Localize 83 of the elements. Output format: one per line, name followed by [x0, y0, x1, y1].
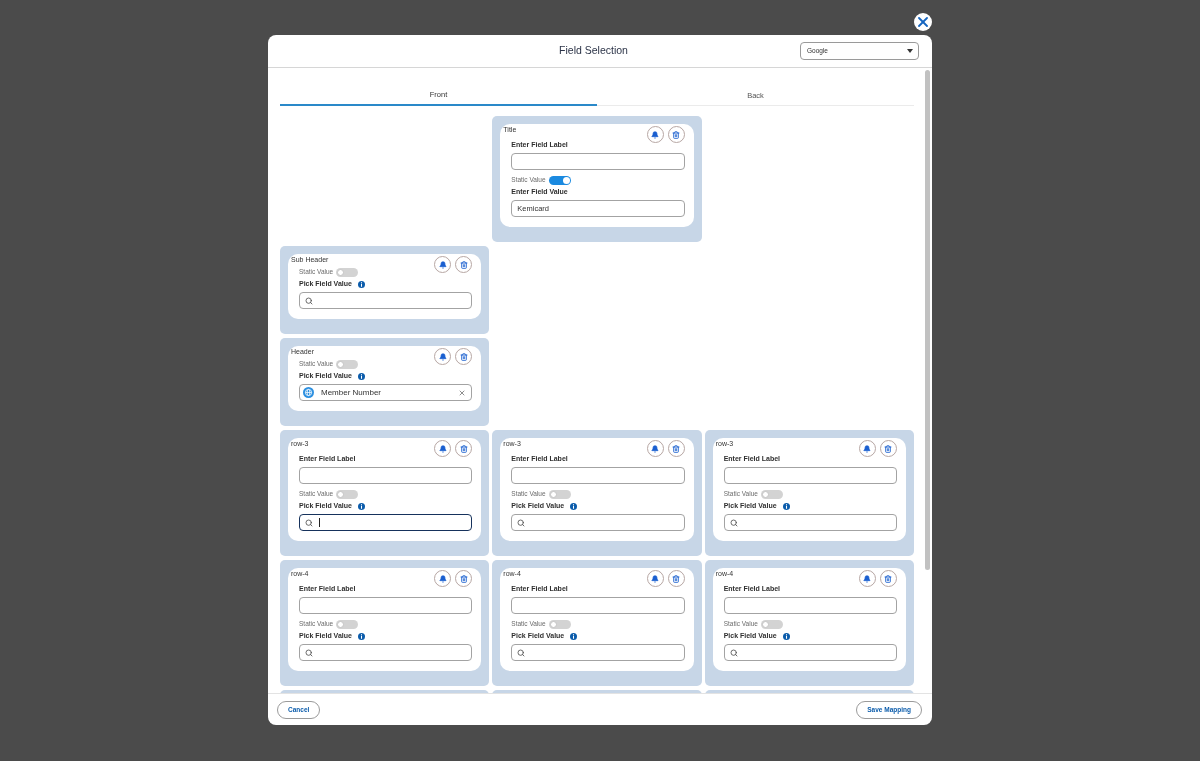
static-value-toggle[interactable]: [336, 267, 359, 277]
input-field[interactable]: [511, 467, 685, 484]
search-field[interactable]: [299, 292, 473, 309]
delete-button[interactable]: [455, 256, 473, 273]
delete-button[interactable]: [455, 440, 473, 457]
delete-button[interactable]: [880, 570, 897, 587]
info-icon: [357, 372, 365, 380]
info-icon: [570, 632, 578, 640]
trash-icon: [672, 444, 681, 453]
search-field[interactable]: [511, 514, 685, 531]
trash-icon: [459, 352, 468, 361]
scrollbar-thumb[interactable]: [925, 70, 930, 570]
search-field[interactable]: [723, 644, 897, 661]
trash-icon: [672, 130, 681, 139]
bell-button[interactable]: [646, 570, 664, 587]
delete-button[interactable]: [455, 570, 473, 587]
bell-button[interactable]: [646, 126, 664, 143]
search-field[interactable]: [723, 514, 897, 531]
input-field[interactable]: [723, 597, 897, 614]
input-field[interactable]: [299, 597, 473, 614]
close-icon: [918, 17, 928, 27]
delete-button[interactable]: [667, 570, 685, 587]
bell-button[interactable]: [859, 440, 876, 457]
trash-icon: [884, 574, 893, 583]
close-button[interactable]: [914, 13, 932, 31]
info-icon: [782, 502, 790, 510]
lookup-field[interactable]: Member Number: [299, 384, 473, 401]
input-field[interactable]: [511, 153, 685, 170]
bell-icon: [438, 260, 447, 269]
bell-button[interactable]: [434, 570, 452, 587]
text-cursor-icon: [319, 518, 320, 527]
info-icon: [570, 502, 578, 510]
delete-button[interactable]: [455, 348, 473, 365]
info-icon: [357, 632, 365, 640]
bell-icon: [438, 444, 447, 453]
search-icon: [729, 648, 738, 657]
static-value-toggle[interactable]: [548, 175, 571, 185]
bell-button[interactable]: [859, 570, 876, 587]
bell-icon: [438, 352, 447, 361]
search-icon: [305, 518, 313, 527]
clear-icon[interactable]: [458, 388, 467, 397]
search-field[interactable]: [511, 644, 685, 661]
bell-icon: [863, 574, 872, 583]
input-field[interactable]: [299, 467, 473, 484]
globe-icon: [303, 387, 314, 398]
input-field[interactable]: [723, 467, 897, 484]
static-value-toggle[interactable]: [336, 489, 359, 499]
static-value-toggle[interactable]: [336, 359, 359, 369]
delete-button[interactable]: [667, 126, 685, 143]
input-field[interactable]: [511, 597, 685, 614]
bell-icon: [651, 574, 660, 583]
search-icon: [305, 648, 313, 657]
trash-icon: [672, 574, 681, 583]
caret-icon: [907, 49, 913, 53]
search-field[interactable]: [299, 644, 473, 661]
trash-icon: [459, 260, 468, 269]
static-value-toggle[interactable]: [548, 619, 571, 629]
bell-icon: [438, 574, 447, 583]
dialog-title: Field Selection: [559, 43, 628, 59]
delete-button[interactable]: [667, 440, 685, 457]
bell-button[interactable]: [646, 440, 664, 457]
search-icon: [305, 296, 313, 305]
static-value-toggle[interactable]: [760, 619, 783, 629]
search-icon: [517, 518, 526, 527]
search-field[interactable]: [299, 514, 473, 531]
delete-button[interactable]: [880, 440, 897, 457]
search-icon: [517, 648, 526, 657]
search-icon: [729, 518, 738, 527]
bell-icon: [863, 444, 872, 453]
static-value-toggle[interactable]: [760, 489, 783, 499]
trash-icon: [459, 444, 468, 453]
static-value-toggle[interactable]: [548, 489, 571, 499]
bell-button[interactable]: [434, 348, 452, 365]
info-icon: [357, 280, 365, 288]
bell-icon: [651, 444, 660, 453]
info-icon: [782, 632, 790, 640]
static-value-toggle[interactable]: [336, 619, 359, 629]
info-icon: [357, 502, 365, 510]
trash-icon: [459, 574, 468, 583]
trash-icon: [884, 444, 893, 453]
bell-button[interactable]: [434, 256, 452, 273]
bell-icon: [651, 130, 660, 139]
bell-button[interactable]: [434, 440, 452, 457]
